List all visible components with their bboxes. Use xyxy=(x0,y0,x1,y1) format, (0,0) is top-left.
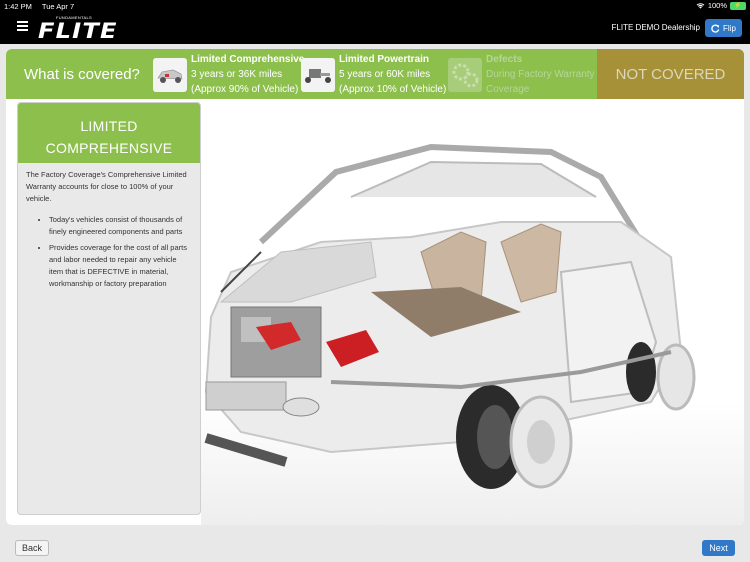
coverage-question: What is covered? xyxy=(24,66,140,83)
coverage-item-defects[interactable]: Defects During Factory Warranty Coverage xyxy=(448,52,595,98)
coverage-item-title: Limited Comprehensive xyxy=(191,54,305,65)
coverage-item-share: (Approx 10% of Vehicle) xyxy=(339,84,447,95)
gears-thumbnail-icon xyxy=(448,58,482,92)
panel-body: The Factory Coverage's Comprehensive Lim… xyxy=(18,163,200,290)
panel-title-line2: COMPREHENSIVE xyxy=(45,140,173,156)
hamburger-menu-icon[interactable] xyxy=(17,21,28,31)
car-cutaway-illustration xyxy=(201,102,744,525)
flip-label: Flip xyxy=(723,23,736,33)
flip-button[interactable]: Flip xyxy=(705,19,742,37)
battery-percent: 100% xyxy=(707,1,727,10)
panel-title-line1: LIMITED xyxy=(80,118,138,134)
next-button[interactable]: Next xyxy=(702,540,735,556)
not-covered-tab[interactable]: NOT COVERED xyxy=(597,49,744,99)
coverage-item-share: (Approx 90% of Vehicle) xyxy=(191,84,299,95)
refresh-icon xyxy=(711,24,720,33)
coverage-item-term: 5 years or 60K miles xyxy=(339,69,431,80)
coverage-item-title: Limited Powertrain xyxy=(339,54,430,65)
panel-intro: The Factory Coverage's Comprehensive Lim… xyxy=(26,170,187,203)
coverage-item-limited-comprehensive[interactable]: Limited Comprehensive 3 years or 36K mil… xyxy=(153,52,304,98)
coverage-item-title: Defects xyxy=(486,54,523,65)
coverage-card: What is covered? Limited Comprehensive 3… xyxy=(6,49,744,525)
wifi-icon xyxy=(696,3,705,9)
status-time: 1:42 PM xyxy=(4,2,32,11)
panel-header: LIMITED COMPREHENSIVE xyxy=(18,103,200,163)
list-item: Provides coverage for the cost of all pa… xyxy=(49,242,192,290)
car-thumbnail-icon xyxy=(153,58,187,92)
back-button[interactable]: Back xyxy=(15,540,49,556)
list-item: Today's vehicles consist of thousands of… xyxy=(49,214,192,238)
battery-icon: ⚡ xyxy=(730,1,746,10)
dealership-name: FLITE DEMO Dealership xyxy=(611,23,700,32)
logo-wordmark: FLITE xyxy=(38,19,118,43)
coverage-item-limited-powertrain[interactable]: Limited Powertrain 5 years or 60K miles … xyxy=(301,52,446,98)
coverage-item-share: Coverage xyxy=(486,84,530,95)
coverage-bar: What is covered? Limited Comprehensive 3… xyxy=(6,49,744,99)
coverage-item-term: 3 years or 36K miles xyxy=(191,69,283,80)
coverage-detail-panel: LIMITED COMPREHENSIVE The Factory Covera… xyxy=(17,102,201,515)
panel-bullet-list: Today's vehicles consist of thousands of… xyxy=(26,214,192,290)
powertrain-thumbnail-icon xyxy=(301,58,335,92)
flite-logo: FUNDAMENTALS FLITE xyxy=(38,15,131,43)
status-date: Tue Apr 7 xyxy=(41,2,75,11)
coverage-item-term: During Factory Warranty xyxy=(486,69,595,80)
app-header: FUNDAMENTALS FLITE FLITE DEMO Dealership… xyxy=(0,12,750,44)
status-bar: 1:42 PM Tue Apr 7 100% ⚡ xyxy=(0,0,750,12)
